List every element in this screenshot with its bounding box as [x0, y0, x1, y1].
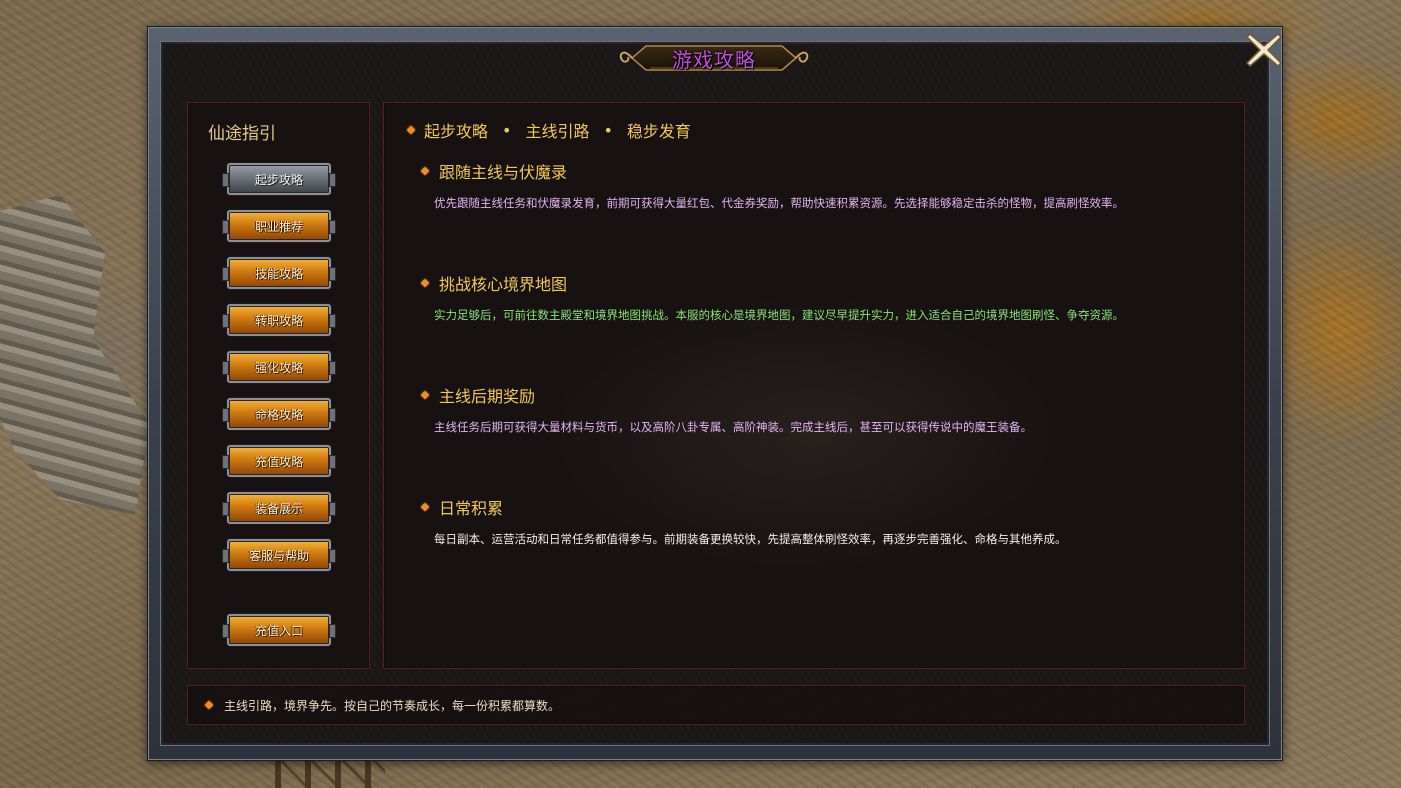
section-heading: 跟随主线与伏魔录 [439, 163, 568, 182]
orange-diamond-icon [420, 502, 430, 512]
sidebar-item-class-recommend[interactable]: 职业推荐 [222, 210, 336, 242]
guide-section: 主线后期奖励 主线任务后期可获得大量材料与货币，以及高阶八卦专属、高阶神装。完成… [420, 383, 1032, 435]
section-heading: 日常积累 [439, 499, 504, 518]
sidebar-item-label: 装备展示 [254, 501, 303, 516]
guide-section: 跟随主线与伏魔录 优先跟随主线任务和伏魔录发育，前期可获得大量红包、代金券奖励，… [420, 159, 1124, 211]
sidebar-item-class-change-guide[interactable]: 转职攻略 [222, 304, 336, 336]
recharge-entry-button[interactable]: 充值入口 [222, 614, 336, 646]
content-panel: 起步攻略 • 主线引路 • 稳步发育 跟随主线与伏魔录 优先跟随主线任务和伏魔录… [383, 102, 1245, 669]
breadcrumb: 起步攻略 • 主线引路 • 稳步发育 [406, 118, 691, 142]
guide-section: 挑战核心境界地图 实力足够后，可前往数主殿堂和境界地图挑战。本服的核心是境界地图… [420, 271, 1124, 323]
recharge-entry-label: 充值入口 [254, 623, 303, 638]
sidebar-item-start-guide[interactable]: 起步攻略 [222, 163, 336, 195]
sidebar-item-label: 充值攻略 [254, 454, 303, 469]
guide-section: 日常积累 每日副本、运营活动和日常任务都值得参与。前期装备更换较快，先提高整体刷… [420, 495, 1067, 547]
title-plaque: 游戏攻略 [616, 42, 812, 74]
sidebar-panel: 仙途指引 起步攻略 职业推荐 技能攻略 转职攻略 强化攻略 命格攻略 充值攻略 … [187, 102, 370, 669]
sidebar-title: 仙途指引 [208, 124, 276, 144]
orange-diamond-icon [420, 390, 430, 400]
section-body: 优先跟随主线任务和伏魔录发育，前期可获得大量红包、代金券奖励，帮助快速积累资源。… [434, 196, 1124, 210]
section-heading: 主线后期奖励 [439, 387, 536, 406]
sidebar-item-label: 转职攻略 [254, 313, 303, 328]
sidebar-item-recharge-guide[interactable]: 充值攻略 [222, 445, 336, 477]
breadcrumb-item: 主线引路 [525, 122, 590, 141]
section-body: 实力足够后，可前往数主殿堂和境界地图挑战。本服的核心是境界地图，建议尽早提升实力… [434, 308, 1124, 322]
sidebar-item-label: 起步攻略 [254, 172, 303, 187]
breadcrumb-item: 起步攻略 [424, 122, 489, 141]
close-button[interactable] [1244, 30, 1284, 70]
sidebar-item-fate-guide[interactable]: 命格攻略 [222, 398, 336, 430]
sidebar-item-support-help[interactable]: 客服与帮助 [222, 539, 336, 571]
sidebar-item-label: 客服与帮助 [248, 548, 309, 563]
breadcrumb-item: 稳步发育 [626, 122, 691, 141]
footer-tip-text: 主线引路，境界争先。按自己的节奏成长，每一份积累都算数。 [224, 698, 561, 713]
breadcrumb-separator: • [502, 120, 512, 140]
sidebar-item-equipment-showcase[interactable]: 装备展示 [222, 492, 336, 524]
window-title: 游戏攻略 [672, 47, 756, 72]
sidebar-item-label: 职业推荐 [254, 219, 303, 234]
section-body: 每日副本、运营活动和日常任务都值得参与。前期装备更换较快，先提高整体刷怪效率，再… [434, 532, 1067, 546]
footer-tip-bar: 主线引路，境界争先。按自己的节奏成长，每一份积累都算数。 [187, 685, 1245, 725]
close-x-icon [1245, 32, 1283, 68]
sidebar-item-label: 强化攻略 [254, 360, 303, 375]
breadcrumb-separator: • [603, 120, 613, 140]
orange-diamond-icon [420, 166, 430, 176]
section-body: 主线任务后期可获得大量材料与货币，以及高阶八卦专属、高阶神装。完成主线后，甚至可… [434, 420, 1032, 434]
orange-diamond-icon [204, 700, 214, 710]
background-scaffold [275, 758, 385, 788]
orange-diamond-icon [406, 125, 416, 135]
orange-diamond-icon [420, 278, 430, 288]
sidebar-item-skill-guide[interactable]: 技能攻略 [222, 257, 336, 289]
sidebar-item-label: 技能攻略 [254, 266, 303, 281]
sidebar-item-label: 命格攻略 [254, 407, 303, 422]
sidebar-item-enhance-guide[interactable]: 强化攻略 [222, 351, 336, 383]
section-heading: 挑战核心境界地图 [439, 275, 568, 294]
